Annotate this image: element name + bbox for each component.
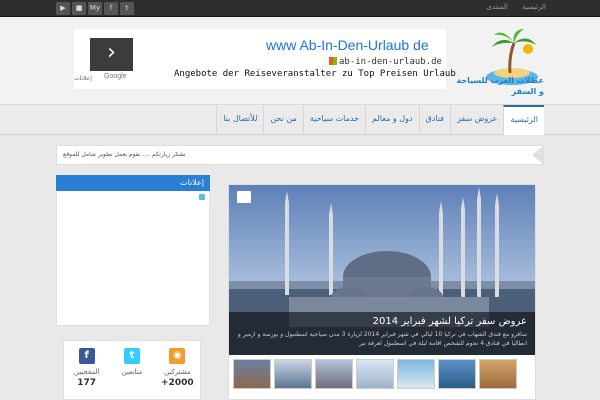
top-bar: ▶ ■ My f t الرئيسية المنتدى: [0, 0, 600, 17]
main-nav: الرئيسية عروض سفر فنادق دول و معالم خدما…: [0, 105, 600, 135]
ads-widget: [56, 191, 210, 326]
main-nav-items: الرئيسية عروض سفر فنادق دول و معالم خدما…: [216, 105, 544, 135]
counter-label: المعجبين: [73, 368, 100, 376]
slider-thumbnail[interactable]: [438, 359, 476, 389]
slider-thumbnail[interactable]: [274, 359, 312, 389]
adchoices-icon[interactable]: [199, 194, 205, 200]
slider-thumbnail[interactable]: [315, 359, 353, 389]
google-label: Google: [104, 73, 127, 80]
rss-counter[interactable]: ◉ مشتركين +2000: [155, 341, 200, 399]
myspace-icon[interactable]: My: [88, 2, 102, 15]
nav-home[interactable]: الرئيسية: [503, 105, 544, 135]
ticker-arrow-icon: [532, 145, 544, 165]
slider-thumbnail[interactable]: [397, 359, 435, 389]
slide-caption: عروض سفر تركيا لشهر فبراير 2014 سافرو مع…: [229, 312, 535, 355]
facebook-icon: f: [78, 348, 95, 364]
ads-widget-heading: إعلانات: [56, 175, 210, 191]
top-nav-home[interactable]: الرئيسية: [522, 3, 546, 11]
slider-thumbnail[interactable]: [233, 359, 271, 389]
nav-contact[interactable]: للأتصال بنا: [216, 105, 263, 135]
book-icon: [237, 191, 251, 203]
ads-label: إعلانات: [74, 75, 92, 82]
slide-title[interactable]: عروض سفر تركيا لشهر فبراير 2014: [373, 316, 527, 327]
nav-about[interactable]: من نحن: [263, 105, 302, 135]
counter-value: 177: [77, 378, 97, 388]
nav-tourist-services[interactable]: خدمات سياحية: [302, 105, 365, 135]
ad-favicon: [329, 57, 337, 65]
ticker-text[interactable]: تشكر زيارتكم .... نقوم بعمل تطوير شامل ل…: [63, 151, 186, 158]
header-ad-banner[interactable]: › إعلانات Google www Ab-In-Den-Urlaub de…: [74, 29, 456, 89]
twitter-icon[interactable]: t: [120, 2, 134, 15]
nav-travel-offers[interactable]: عروض سفر: [450, 105, 503, 135]
top-nav: الرئيسية المنتدى: [486, 3, 546, 11]
top-nav-forum[interactable]: المنتدى: [486, 3, 508, 11]
ad-description: Angebote der Reiseveranstalter zu Top Pr…: [174, 69, 456, 79]
slide-excerpt: سافرو مع فندق الشهاب في تركيا 10 ليالي ف…: [237, 331, 527, 347]
rss-icon: ◉: [169, 348, 186, 364]
social-counters: f المعجبين 177 t متابعين ◉ مشتركين +2000: [63, 340, 201, 400]
nav-countries[interactable]: دول و معالم: [365, 105, 419, 135]
facebook-icon[interactable]: f: [104, 2, 118, 15]
ad-title[interactable]: www Ab-In-Den-Urlaub de: [266, 37, 429, 53]
social-icons: ▶ ■ My f t: [56, 2, 134, 15]
slide-image[interactable]: عروض سفر تركيا لشهر فبراير 2014 سافرو مع…: [229, 185, 535, 355]
news-ticker: تشكر زيارتكم .... نقوم بعمل تطوير شامل ل…: [56, 145, 544, 165]
logo-text: عطلات العرب للسياحة و السفر: [456, 76, 544, 96]
twitter-icon: t: [123, 348, 140, 364]
slider-thumbnail[interactable]: [356, 359, 394, 389]
site-header: › إعلانات Google www Ab-In-Den-Urlaub de…: [0, 17, 600, 105]
slider-thumbnails: [233, 359, 517, 389]
counter-label: متابعين: [121, 368, 143, 376]
ad-url-text: ab-in-den-urlaub.de: [339, 57, 442, 67]
ad-next-arrow[interactable]: ›: [90, 38, 133, 71]
delicious-icon[interactable]: ■: [72, 2, 86, 15]
ad-url[interactable]: ab-in-den-urlaub.de: [329, 57, 442, 67]
featured-slider: عروض سفر تركيا لشهر فبراير 2014 سافرو مع…: [228, 184, 536, 400]
counter-value: +2000: [161, 378, 194, 388]
nav-hotels[interactable]: فنادق: [418, 105, 450, 135]
site-logo[interactable]: عطلات العرب للسياحة و السفر: [454, 27, 544, 97]
slider-thumbnail[interactable]: [479, 359, 517, 389]
counter-label: مشتركين: [163, 368, 191, 376]
facebook-counter[interactable]: f المعجبين 177: [64, 341, 109, 399]
twitter-counter[interactable]: t متابعين: [109, 341, 154, 399]
youtube-icon[interactable]: ▶: [56, 2, 70, 15]
